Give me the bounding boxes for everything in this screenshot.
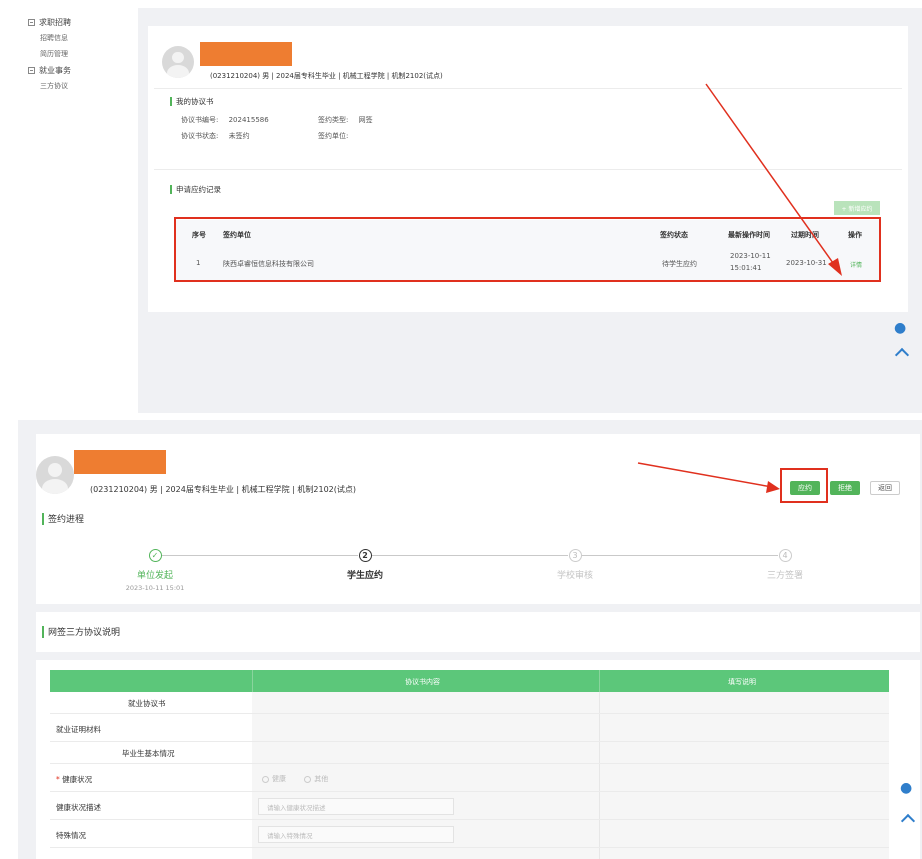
agreement-type-value: 网签 <box>358 116 373 124</box>
agreement-no-value: 202415586 <box>228 116 269 124</box>
top-screenshot: 求职招聘 招聘信息 简历管理 就业事务 三方协议 (0231210204) 男 … <box>0 0 922 415</box>
table-row <box>50 714 889 742</box>
avatar <box>36 456 74 494</box>
row-group-label: 就业协议书 <box>128 699 166 708</box>
menu-group-label: 求职招聘 <box>39 17 71 27</box>
explain-card: 网签三方协议说明 <box>36 612 920 652</box>
step-unit-initiate: ✓ 单位发起 2023-10-11 15:01 <box>95 549 215 592</box>
row-label-required: * 健康状况 <box>56 774 92 785</box>
menu-group-employment[interactable]: 就业事务 <box>28 62 128 78</box>
section-marker <box>42 625 44 638</box>
agreement-status-value: 未签约 <box>228 132 250 140</box>
section-marker <box>170 97 172 106</box>
agreement-type-label: 签约类型: <box>318 116 349 124</box>
menu-group-job[interactable]: 求职招聘 <box>28 14 128 30</box>
step-label: 学校审核 <box>556 571 593 581</box>
required-mark: * <box>56 775 60 784</box>
radio-icon <box>262 775 269 783</box>
step-tripartite-sign: 4 三方签署 <box>725 549 845 581</box>
progress-title: 签约进程 <box>42 512 84 525</box>
menu-item-recruit-info[interactable]: 招聘信息 <box>28 30 128 46</box>
avatar <box>162 46 194 78</box>
agreement-no: 协议书编号: 202415586 <box>181 115 269 125</box>
check-icon: ✓ <box>148 549 162 562</box>
section-title-text: 我的协议书 <box>176 97 214 106</box>
step-student-apply: 2 学生应约 <box>305 549 425 581</box>
section-title-text: 申请应约记录 <box>176 185 221 194</box>
section-marker <box>170 185 172 194</box>
table-row <box>50 792 889 820</box>
headset-icon[interactable]: ● <box>900 780 912 796</box>
agreement-no-label: 协议书编号: <box>181 116 219 124</box>
menu-item-tripartite[interactable]: 三方协议 <box>28 78 128 94</box>
annotation-arrow <box>637 462 780 493</box>
reject-button[interactable]: 拒绝 <box>830 481 860 495</box>
agreement-unit: 签约单位: <box>318 131 356 141</box>
collapse-icon <box>28 18 35 26</box>
menu-item-resume[interactable]: 简历管理 <box>28 46 128 62</box>
divider <box>252 670 253 692</box>
divider <box>599 670 600 692</box>
row-group-label: 毕业生基本情况 <box>122 749 175 758</box>
agreement-status: 协议书状态: 未签约 <box>181 131 250 141</box>
table-header <box>50 670 889 692</box>
row-label: 特殊情况 <box>56 831 86 840</box>
step-school-review: 3 学校审核 <box>515 549 635 581</box>
student-info: (0231210204) 男 | 2024届专科生毕业 | 机械工程学院 | 机… <box>90 485 356 494</box>
records-section-title: 申请应约记录 <box>170 184 221 195</box>
row-label: 就业证明材料 <box>56 725 101 734</box>
progress-card: (0231210204) 男 | 2024届专科生毕业 | 机械工程学院 | 机… <box>36 434 920 604</box>
agreement-unit-label: 签约单位: <box>318 132 349 140</box>
agreement-section-title: 我的协议书 <box>170 96 214 107</box>
bottom-screenshot: (0231210204) 男 | 2024届专科生毕业 | 机械工程学院 | 机… <box>0 420 922 859</box>
special-situation-input[interactable]: 请输入特殊情况 <box>258 826 454 843</box>
table-row <box>50 692 889 714</box>
radio-other[interactable]: 其他 <box>304 775 328 783</box>
annotation-arrow <box>705 83 842 276</box>
radio-label: 健康 <box>272 775 286 783</box>
step-label: 三方签署 <box>766 571 803 581</box>
radio-icon <box>304 775 312 783</box>
health-radio-group: 健康 其他 <box>262 774 328 784</box>
explain-title: 网签三方协议说明 <box>42 625 120 638</box>
section-marker <box>42 512 44 525</box>
col-content: 协议书内容 <box>405 678 440 686</box>
table-row <box>50 764 889 792</box>
redacted-name <box>74 450 166 474</box>
back-button[interactable]: 返回 <box>870 481 900 495</box>
student-info: (0231210204) 男 | 2024届专科生毕业 | 机械工程学院 | 机… <box>210 72 443 80</box>
radio-label: 其他 <box>314 775 329 783</box>
step-label: 学生应约 <box>346 571 383 581</box>
agreement-status-label: 协议书状态: <box>181 132 219 140</box>
agreement-type: 签约类型: 网签 <box>318 115 373 125</box>
row-label: 健康状况 <box>62 775 93 784</box>
table-row <box>50 820 889 848</box>
step-label: 单位发起 <box>136 571 173 581</box>
highlight-box <box>780 468 828 503</box>
step-number: 4 <box>778 549 792 562</box>
redacted-name <box>200 42 292 66</box>
section-title-text: 签约进程 <box>48 515 85 525</box>
col-instruction: 填写说明 <box>728 678 756 686</box>
side-menu: 求职招聘 招聘信息 简历管理 就业事务 三方协议 <box>28 14 128 94</box>
collapse-icon <box>28 66 35 74</box>
row-label: 健康状况描述 <box>56 803 101 812</box>
step-time: 2023-10-11 15:01 <box>125 584 185 592</box>
table-row <box>50 742 889 764</box>
step-number: 3 <box>568 549 582 562</box>
headset-icon[interactable]: ● <box>894 320 906 336</box>
health-description-input[interactable]: 请输入健康状况描述 <box>258 798 454 815</box>
radio-healthy[interactable]: 健康 <box>262 775 286 783</box>
menu-group-label: 就业事务 <box>39 65 71 75</box>
section-title-text: 网签三方协议说明 <box>48 628 121 638</box>
step-number: 2 <box>358 549 372 562</box>
